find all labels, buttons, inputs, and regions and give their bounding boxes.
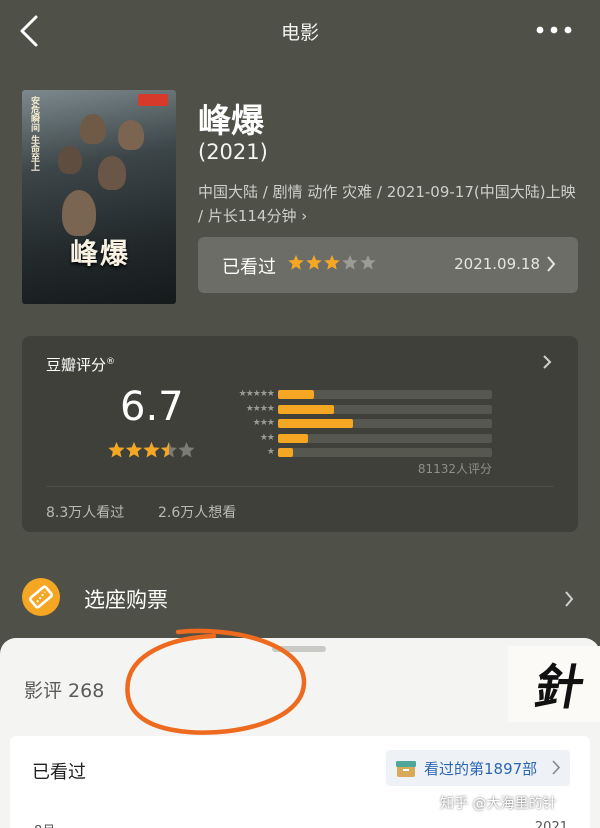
movie-info[interactable]: 中国大陆 / 剧情 动作 灾难 / 2021-09-17(中国大陆)上映 / 片… [198,180,584,228]
chevron-right-icon [547,256,556,272]
registered-mark: ® [106,357,116,367]
poster-title: 峰爆 [70,237,131,270]
star-filled-icon [143,442,160,458]
distribution-star-label: ★ [266,447,275,457]
reviews-sheet[interactable]: 影评 268 針 已看过 看过的第1897部 8月 2021 知乎 @大海里的针 [0,638,600,828]
buy-ticket-row[interactable]: 选座购票 [0,570,600,626]
timeline-month: 8月 [34,820,55,828]
distribution-track [278,433,492,443]
zhihu-watermark: 知乎 @大海里的针 [440,796,557,812]
poster-badge [138,94,168,106]
watched-heading: 已看过 [32,762,86,783]
star-filled-icon [108,442,125,458]
ticket-glyph-icon [29,585,53,609]
douban-rating-card[interactable]: 豆瓣评分® 6.7 ★★★★★ ★★★★ ★★★ ★★ ★ 81132人评分 8.3万人… [22,336,578,532]
star-filled-icon [306,255,322,270]
rating-header: 豆瓣评分® [46,354,115,375]
distribution-track [278,448,492,457]
want-count: 2.6万人想看 [158,505,237,521]
page-title: 电影 [280,22,319,44]
movie-poster[interactable]: 安危瞬间 生命至上 峰爆 [22,90,176,304]
archive-box-icon [396,761,416,777]
watch-record-card[interactable]: 已看过 看过的第1897部 8月 2021 [10,736,590,828]
distribution-star-label: ★★★ [252,418,275,428]
chevron-right-icon[interactable] [542,354,552,370]
poster-tagline: 安危瞬间 生命至上 [29,96,39,172]
distribution-bar [278,419,353,428]
distribution-star-label: ★★★★ [245,403,275,414]
chevron-right-icon [552,760,560,775]
rating-header-text: 豆瓣评分 [46,356,107,374]
watched-count: 8.3万人看过 [46,505,125,521]
star-filled-icon [324,255,340,270]
distribution-track [278,404,492,414]
star-filled-icon [288,255,304,270]
watched-date: 2021.09.18 [454,255,540,273]
badge-text: 看过的第1897部 [424,760,538,778]
poster-figure [80,114,106,144]
distribution-bar [278,390,315,399]
poster-figure [98,156,126,190]
distribution-bar [278,404,334,414]
distribution-star-label: ★★ [259,432,275,443]
my-rating-stars [288,255,376,270]
more-options-icon[interactable] [534,22,574,38]
poster-figure [118,120,144,150]
distribution-track [278,419,492,428]
rating-score: 6.7 [120,384,184,430]
watched-count-badge[interactable]: 看过的第1897部 [386,750,570,786]
calligraphy-watermark: 針 [508,646,600,722]
poster-figure [58,146,82,174]
movie-title: 峰爆 [198,101,264,140]
ticket-icon [22,578,60,616]
timeline-year: 2021 [534,820,568,828]
review-count-title[interactable]: 影评 268 [24,676,104,703]
star-icon [178,442,195,458]
distribution-track [278,390,492,399]
chevron-right-icon [565,591,574,607]
distribution-star-label: ★★★★★ [238,389,275,399]
movie-year: (2021) [198,140,268,164]
distribution-bar [278,448,293,457]
my-rating-bar[interactable]: 已看过 2021.09.18 [198,237,578,293]
star-filled-icon [125,442,143,458]
drag-handle[interactable] [272,646,326,652]
star-icon [342,255,358,270]
watermark-char: 針 [530,660,589,716]
ticket-label: 选座购票 [84,588,168,612]
rating-count: 81132人评分 [417,462,492,476]
star-icon [360,255,376,270]
distribution-bar [278,433,308,443]
watched-label: 已看过 [222,257,276,278]
divider [46,486,554,487]
top-bar: 电影 [0,0,600,64]
poster-figure [62,190,96,236]
